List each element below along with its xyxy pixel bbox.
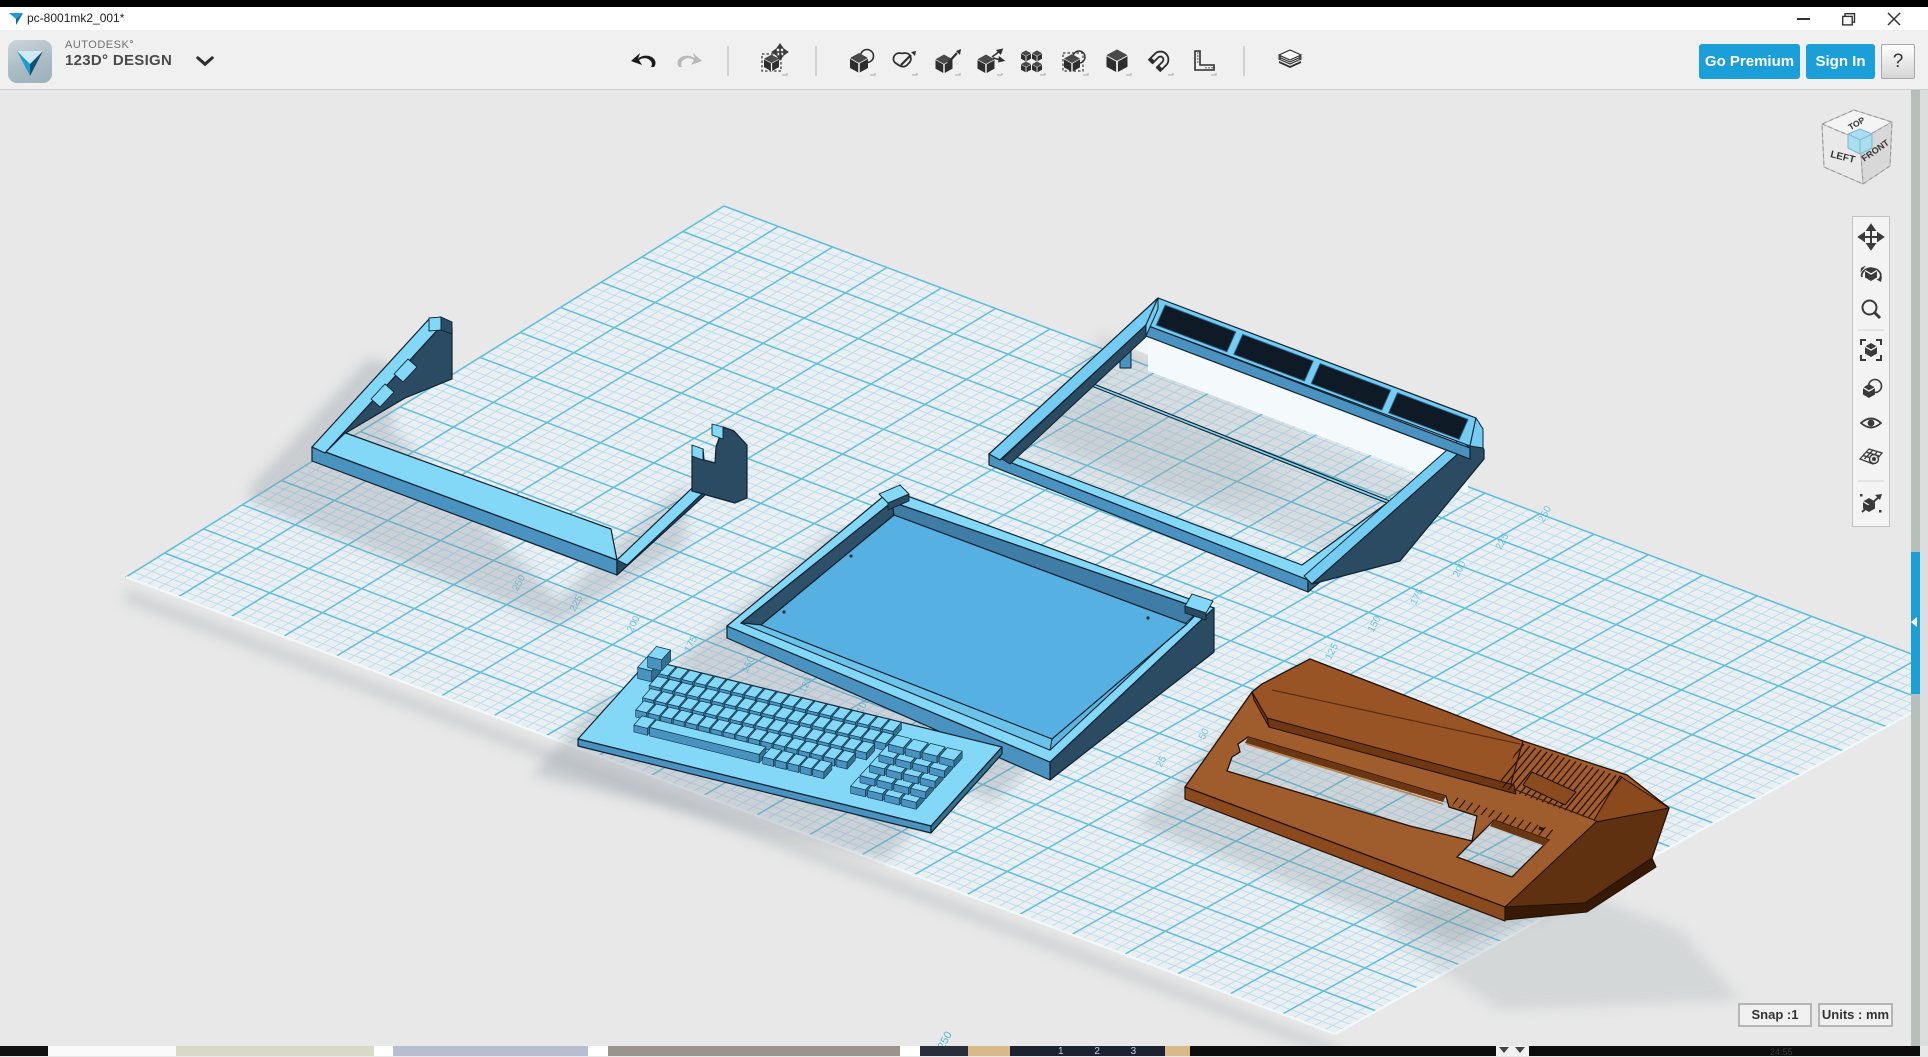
svg-text:250: 250: [936, 1030, 955, 1046]
